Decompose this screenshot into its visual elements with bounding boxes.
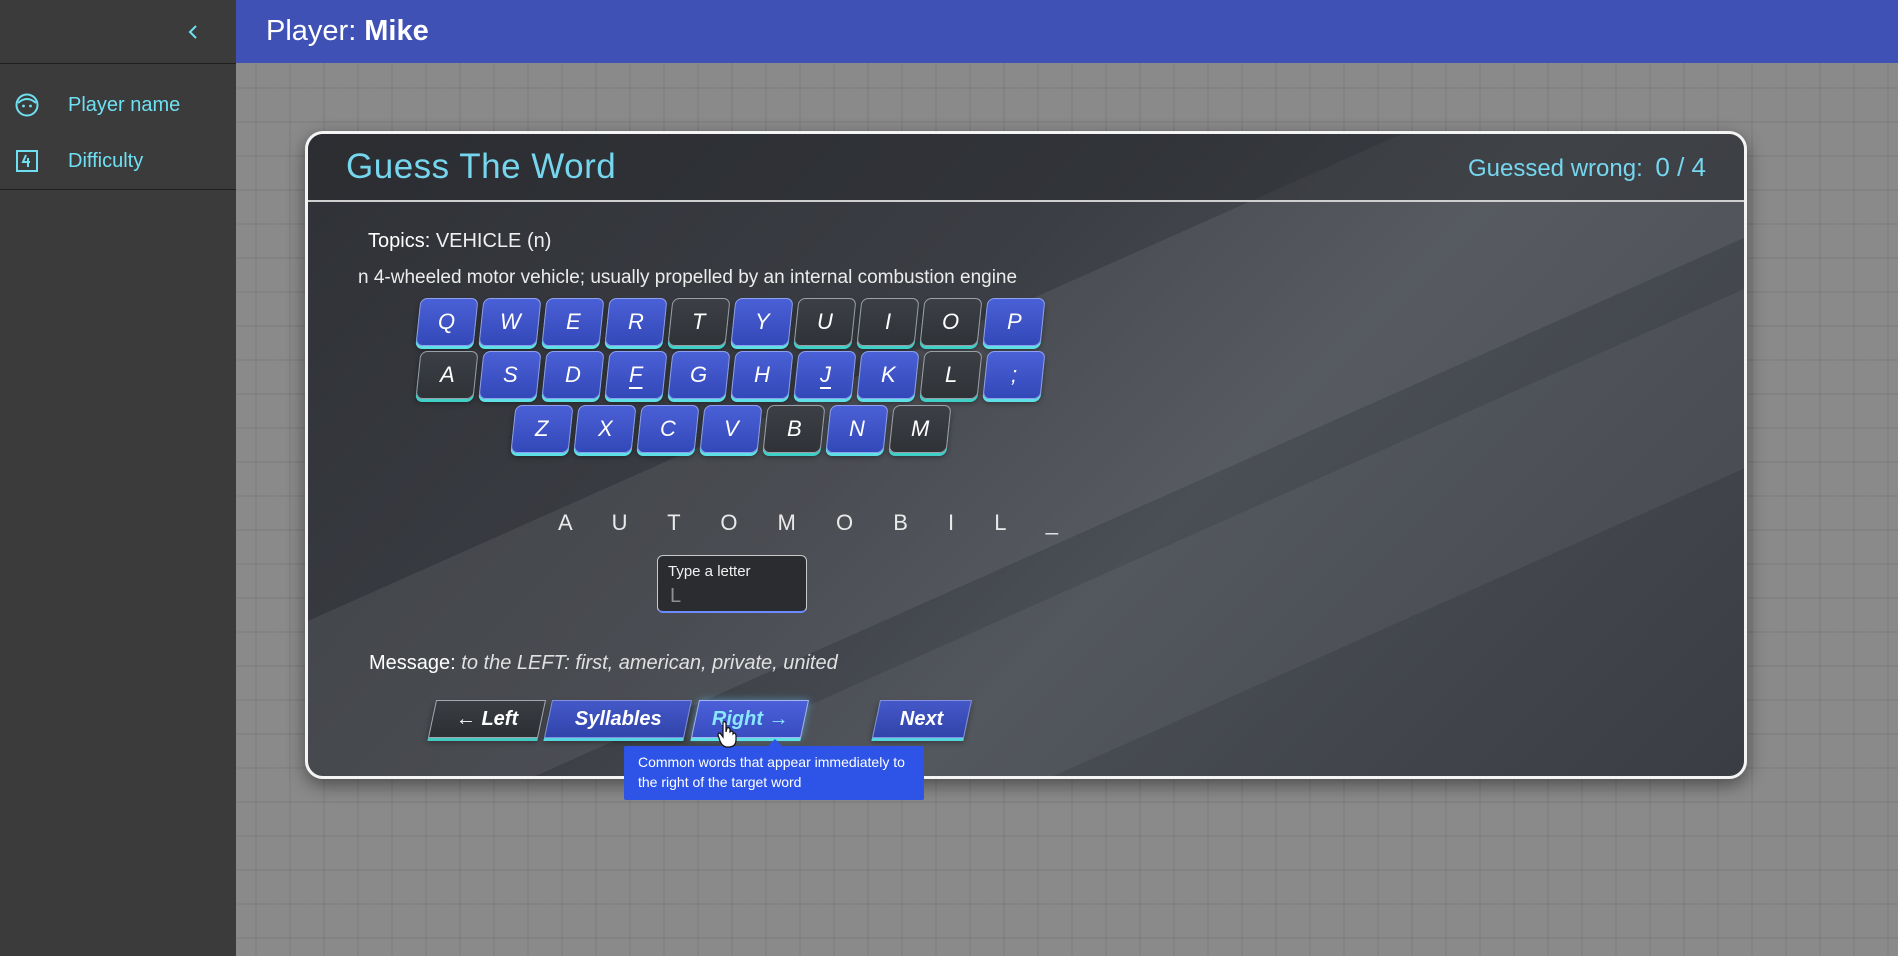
key-label: U xyxy=(817,309,833,334)
key-label: Q xyxy=(438,309,456,334)
topics: Topics: VEHICLE (n) xyxy=(368,230,551,253)
right-button-tooltip: Common words that appear immediately to … xyxy=(624,739,924,800)
key-z[interactable]: Z xyxy=(510,405,574,453)
game-card: Guess The Word Guessed wrong: 0 / 4 Topi… xyxy=(305,131,1747,779)
key-l[interactable]: L xyxy=(919,351,983,399)
key-u[interactable]: U xyxy=(793,298,857,346)
letter-field-label: Type a letter xyxy=(668,563,751,580)
key-label: O xyxy=(942,309,960,334)
key-label: F xyxy=(629,362,643,387)
key-label: Y xyxy=(754,309,770,334)
wrong-counter: Guessed wrong: 0 / 4 xyxy=(1468,152,1706,183)
sidebar-top xyxy=(0,0,236,64)
topics-label: Topics: xyxy=(368,230,431,252)
key-label: G xyxy=(690,362,708,387)
key-label: P xyxy=(1006,309,1022,334)
player-name: Mike xyxy=(364,15,429,47)
difficulty-four-icon xyxy=(16,150,38,172)
key-label: J xyxy=(819,362,831,387)
sidebar-nav: Player name Difficulty xyxy=(0,64,236,190)
key-label: A xyxy=(439,362,455,387)
key-v[interactable]: V xyxy=(699,405,763,453)
letter-input[interactable] xyxy=(668,583,800,609)
card-header: Guess The Word Guessed wrong: 0 / 4 xyxy=(308,134,1744,202)
key-d[interactable]: D xyxy=(541,351,605,399)
left-button[interactable]: ← Left xyxy=(427,700,547,738)
key-o[interactable]: O xyxy=(919,298,983,346)
key-x[interactable]: X xyxy=(573,405,637,453)
key-label: V xyxy=(723,416,739,441)
key-b[interactable]: B xyxy=(762,405,826,453)
message-value: to the LEFT: first, american, private, u… xyxy=(461,652,838,674)
key-label: T xyxy=(692,309,706,334)
face-icon xyxy=(15,93,39,117)
chevron-left-icon[interactable] xyxy=(180,18,208,46)
key-label: I xyxy=(884,309,892,334)
key-m[interactable]: M xyxy=(888,405,952,453)
key-p[interactable]: P xyxy=(982,298,1046,346)
key-label: S xyxy=(502,362,518,387)
sidebar-item-label: Player name xyxy=(68,93,181,116)
key-i[interactable]: I xyxy=(856,298,920,346)
key-t[interactable]: T xyxy=(667,298,731,346)
key-label: W xyxy=(499,309,521,334)
key-r[interactable]: R xyxy=(604,298,668,346)
key-label: H xyxy=(754,362,770,387)
key-label: M xyxy=(910,416,930,441)
left-button-label: ← Left xyxy=(455,707,519,730)
sidebar-item-difficulty[interactable]: Difficulty xyxy=(0,133,236,189)
player-label: Player: xyxy=(266,15,357,47)
key-label: K xyxy=(880,362,896,387)
sidebar: Player name Difficulty xyxy=(0,0,236,956)
key-q[interactable]: Q xyxy=(415,298,479,346)
key-label: N xyxy=(849,416,865,441)
key-n[interactable]: N xyxy=(825,405,889,453)
wrong-value: 0 / 4 xyxy=(1655,151,1706,182)
app-header: Player: Mike xyxy=(236,0,1898,63)
key-label: Z xyxy=(535,416,549,441)
word-display: A U T O M O B I L _ xyxy=(558,510,1075,535)
key-label: D xyxy=(565,362,581,387)
sidebar-item-label: Difficulty xyxy=(68,149,144,172)
wrong-label: Guessed wrong: xyxy=(1467,154,1643,182)
key-label: X xyxy=(597,416,613,441)
next-button-label: Next xyxy=(900,707,944,730)
hand-cursor-icon xyxy=(717,721,737,748)
key-a[interactable]: A xyxy=(415,351,479,399)
next-button[interactable]: Next xyxy=(871,700,973,738)
syllables-button-label: Syllables xyxy=(574,707,662,730)
key-semicolon[interactable]: ; xyxy=(982,351,1046,399)
key-g[interactable]: G xyxy=(667,351,731,399)
message-label: Message: xyxy=(369,652,456,674)
right-button[interactable]: Right → xyxy=(690,700,810,738)
key-label: R xyxy=(628,309,644,334)
message: Message: to the LEFT: first, american, p… xyxy=(369,652,838,675)
letter-field[interactable]: Type a letter xyxy=(657,555,807,613)
word-definition: n 4-wheeled motor vehicle; usually prope… xyxy=(358,267,1018,288)
key-w[interactable]: W xyxy=(478,298,542,346)
key-label: E xyxy=(565,309,581,334)
topics-value: VEHICLE (n) xyxy=(435,230,552,252)
key-j[interactable]: J xyxy=(793,351,857,399)
syllables-button[interactable]: Syllables xyxy=(543,700,693,738)
key-label: ; xyxy=(1010,362,1018,387)
key-f[interactable]: F xyxy=(604,351,668,399)
key-label: B xyxy=(786,416,802,441)
key-label: L xyxy=(944,362,958,387)
sidebar-item-player-name[interactable]: Player name xyxy=(0,77,236,133)
key-h[interactable]: H xyxy=(730,351,794,399)
key-label: C xyxy=(660,416,676,441)
key-c[interactable]: C xyxy=(636,405,700,453)
key-e[interactable]: E xyxy=(541,298,605,346)
key-s[interactable]: S xyxy=(478,351,542,399)
game-title: Guess The Word xyxy=(346,147,617,186)
key-y[interactable]: Y xyxy=(730,298,794,346)
key-k[interactable]: K xyxy=(856,351,920,399)
